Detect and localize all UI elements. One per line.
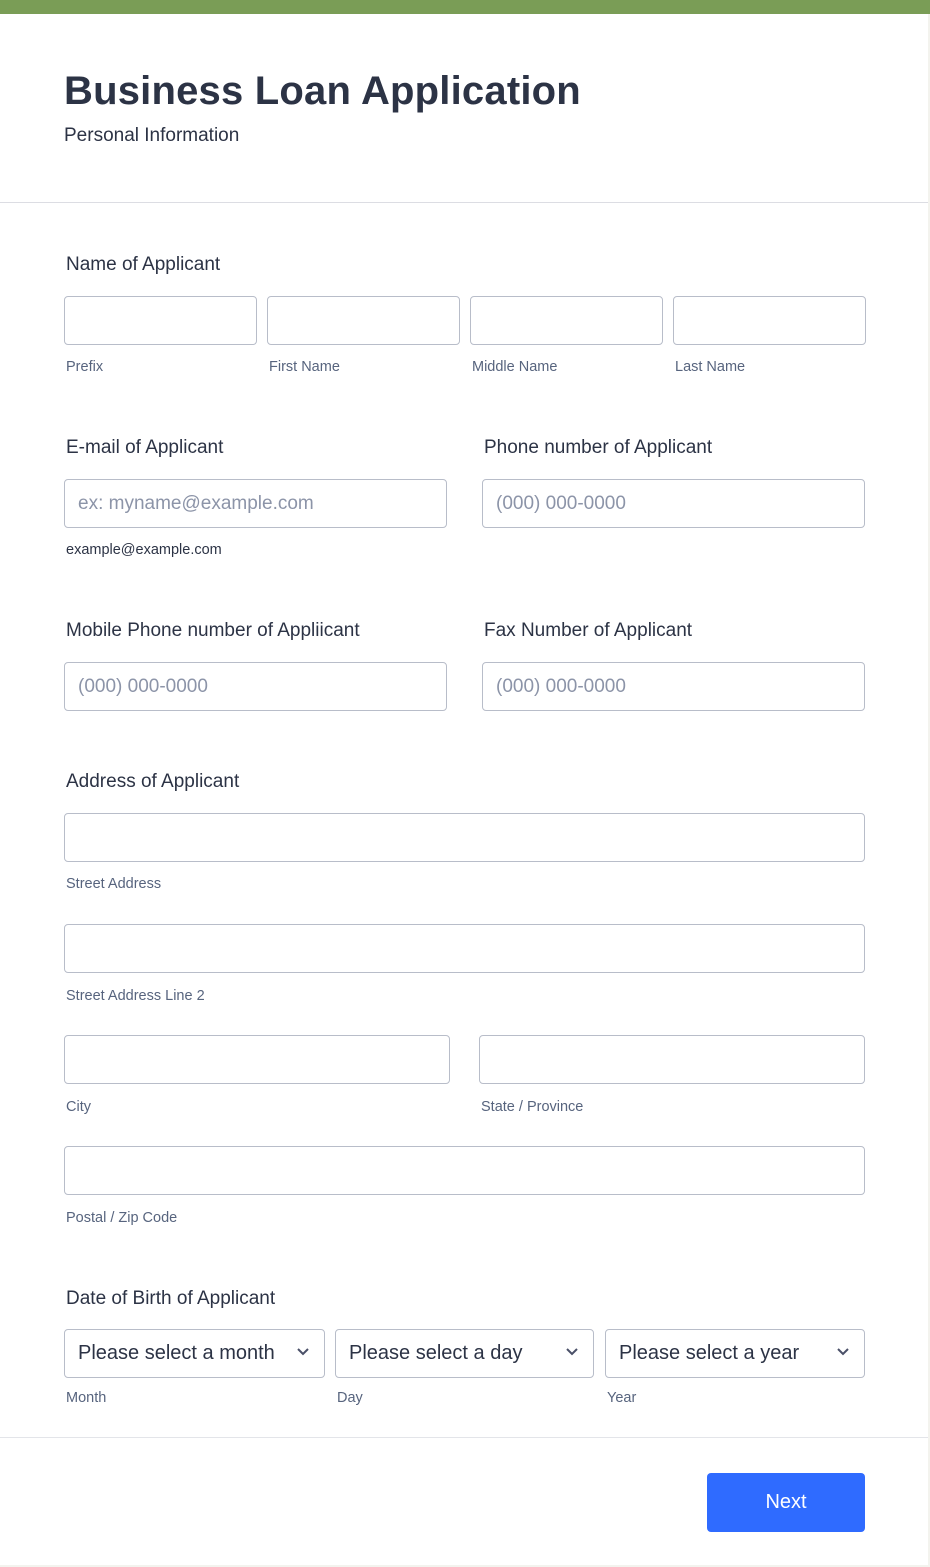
form-header: Business Loan Application Personal Infor… <box>0 14 928 203</box>
street-address-sublabel: Street Address <box>66 876 162 892</box>
state-sublabel: State / Province <box>481 1099 584 1115</box>
day-selected: Please select a day <box>349 1342 523 1364</box>
chevron-down-icon <box>297 1348 309 1356</box>
last-name-input[interactable] <box>673 296 866 345</box>
year-selected: Please select a year <box>619 1342 800 1364</box>
prefix-sublabel: Prefix <box>66 359 104 375</box>
street-address-line2-input[interactable] <box>64 924 865 973</box>
fax-label: Fax Number of Applicant <box>484 620 693 641</box>
fax-input[interactable]: (000) 000-0000 <box>482 662 865 711</box>
month-select[interactable]: Please select a month <box>64 1329 325 1378</box>
chevron-down-icon <box>837 1348 849 1356</box>
form-footer: Next <box>0 1437 928 1565</box>
street-address-input[interactable] <box>64 813 865 862</box>
prefix-input[interactable] <box>64 296 257 345</box>
month-sublabel: Month <box>66 1390 107 1406</box>
email-hint: example@example.com <box>66 542 222 558</box>
dob-label: Date of Birth of Applicant <box>66 1288 276 1309</box>
middle-name-sublabel: Middle Name <box>472 359 558 375</box>
mobile-label: Mobile Phone number of Appliicant <box>66 620 360 641</box>
zip-sublabel: Postal / Zip Code <box>66 1210 178 1226</box>
email-label: E-mail of Applicant <box>66 437 224 458</box>
phone-label: Phone number of Applicant <box>484 437 713 458</box>
email-placeholder: ex: myname@example.com <box>78 492 314 514</box>
phone-placeholder: (000) 000-0000 <box>496 492 626 514</box>
phone-input[interactable]: (000) 000-0000 <box>482 479 865 528</box>
form-title: Business Loan Application <box>64 69 581 113</box>
next-button[interactable]: Next <box>707 1473 865 1532</box>
name-label: Name of Applicant <box>66 254 221 275</box>
address-label: Address of Applicant <box>66 771 240 792</box>
day-select[interactable]: Please select a day <box>335 1329 594 1378</box>
first-name-input[interactable] <box>267 296 460 345</box>
year-select[interactable]: Please select a year <box>605 1329 865 1378</box>
city-sublabel: City <box>66 1099 91 1115</box>
month-selected: Please select a month <box>78 1342 275 1364</box>
day-sublabel: Day <box>337 1390 363 1406</box>
form-card: Business Loan Application Personal Infor… <box>0 0 930 1565</box>
first-name-sublabel: First Name <box>269 359 340 375</box>
year-sublabel: Year <box>607 1390 637 1406</box>
middle-name-input[interactable] <box>470 296 663 345</box>
street-address-line2-sublabel: Street Address Line 2 <box>66 988 205 1004</box>
chevron-down-icon <box>566 1348 578 1356</box>
zip-input[interactable] <box>64 1146 865 1195</box>
mobile-input[interactable]: (000) 000-0000 <box>64 662 447 711</box>
email-input[interactable]: ex: myname@example.com <box>64 479 447 528</box>
city-input[interactable] <box>64 1035 450 1084</box>
fax-placeholder: (000) 000-0000 <box>496 675 626 697</box>
form-subtitle: Personal Information <box>64 125 240 146</box>
last-name-sublabel: Last Name <box>675 359 746 375</box>
state-input[interactable] <box>479 1035 865 1084</box>
mobile-placeholder: (000) 000-0000 <box>78 675 208 697</box>
accent-top-bar <box>0 0 930 14</box>
